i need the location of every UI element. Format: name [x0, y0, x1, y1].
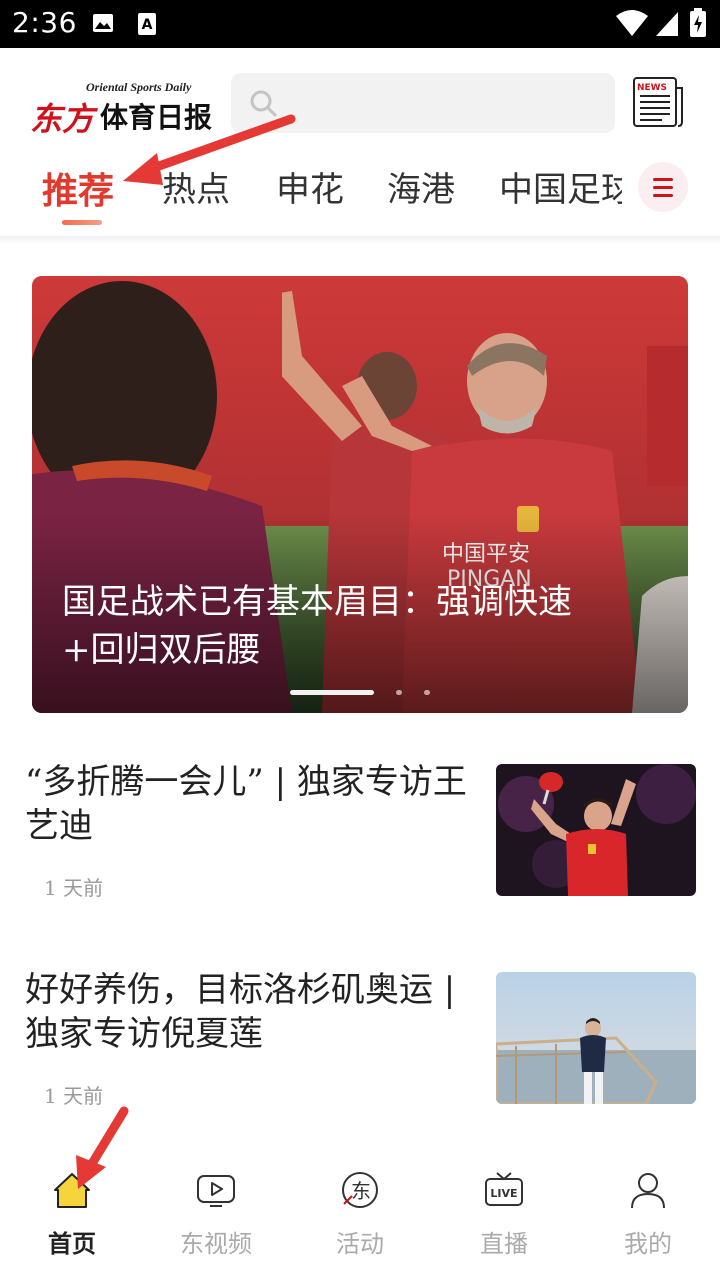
signal-icon: [656, 12, 678, 36]
wifi-icon: [616, 10, 648, 36]
svg-text:东: 东: [351, 1179, 371, 1203]
tab-recommend[interactable]: 推荐: [42, 162, 114, 214]
nav-label-events: 活动: [336, 1230, 384, 1258]
status-bar: 2:36 A: [0, 0, 720, 48]
tab-haigang[interactable]: 海港: [387, 162, 455, 211]
nav-events[interactable]: 东 活动: [288, 1160, 432, 1280]
hero-title[interactable]: 国足战术已有基本眉目：强调快速+回归双后腰: [62, 578, 622, 674]
article-time: 1 天前: [44, 876, 104, 900]
article-thumbnail[interactable]: [496, 764, 696, 896]
video-play-icon: [197, 1175, 235, 1207]
hero-carousel[interactable]: 中国平安 PINGAN 国足战术已有基本眉目：强调快速+回归双后腰: [32, 276, 688, 713]
svg-text:A: A: [142, 17, 153, 33]
annotation-arrow-tabs: [123, 114, 296, 185]
carousel-dot: [424, 690, 430, 695]
tab-scroller[interactable]: 推荐 热点 申花 海港 中国足球: [0, 158, 622, 240]
menu-icon: [653, 178, 673, 181]
svg-text:LIVE: LIVE: [490, 1187, 517, 1200]
list-item[interactable]: 好好养伤，目标洛杉矶奥运 | 独家专访倪夏莲 1 天前: [0, 968, 720, 1128]
carousel-dot: [396, 690, 402, 695]
active-tab-indicator: [62, 220, 102, 225]
a-icon: A: [138, 13, 156, 35]
list-item[interactable]: “多折腾一会儿” | 独家专访王艺迪 1 天前: [0, 760, 720, 920]
carousel-dot-active: [290, 690, 374, 695]
nav-label-live: 直播: [480, 1230, 528, 1258]
nav-label-profile: 我的: [624, 1230, 672, 1258]
nav-label-video: 东视频: [180, 1230, 252, 1258]
category-tabs: 推荐 热点 申花 海港 中国足球: [0, 158, 720, 240]
logo-english: Oriental Sports Daily: [86, 80, 192, 94]
app-header: Oriental Sports Daily 东方 体育日报 NEWS: [0, 48, 720, 158]
article-title[interactable]: “多折腾一会儿” | 独家专访王艺迪: [25, 760, 480, 848]
status-time: 2:36: [12, 6, 77, 39]
battery-icon: [690, 8, 706, 37]
image-icon: [93, 14, 113, 32]
nav-video[interactable]: 东视频: [144, 1160, 288, 1280]
nav-label-home: 首页: [48, 1229, 96, 1258]
live-tv-icon: LIVE: [485, 1172, 523, 1206]
logo-chinese-red: 东方: [30, 100, 95, 138]
news-icon-label: NEWS: [637, 83, 667, 93]
annotation-arrow-home: [76, 1106, 129, 1189]
news-icon[interactable]: NEWS: [632, 76, 684, 130]
event-icon: 东: [342, 1172, 378, 1208]
profile-icon: [631, 1173, 665, 1209]
menu-button[interactable]: [638, 162, 688, 212]
tabs-divider: [0, 236, 720, 244]
nav-live[interactable]: LIVE 直播: [432, 1160, 576, 1280]
article-thumbnail[interactable]: [496, 972, 696, 1104]
tab-china-football[interactable]: 中国足球: [499, 162, 622, 211]
article-title[interactable]: 好好养伤，目标洛杉矶奥运 | 独家专访倪夏莲: [25, 968, 480, 1056]
nav-profile[interactable]: 我的: [576, 1160, 720, 1280]
